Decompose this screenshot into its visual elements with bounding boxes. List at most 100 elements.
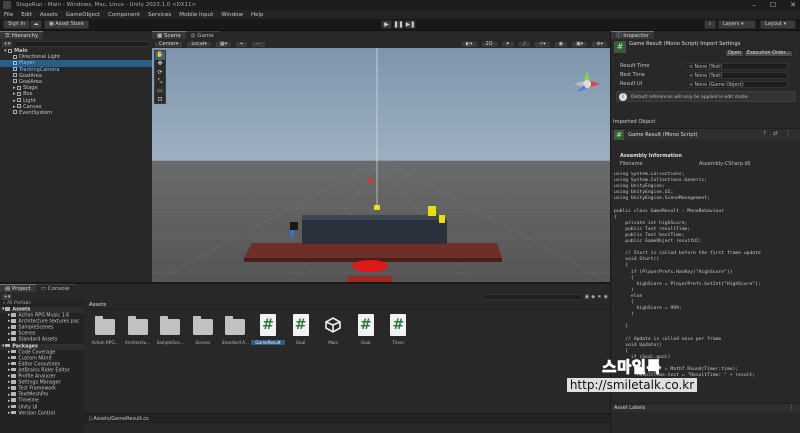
execution-order-label: Execution Order... bbox=[747, 51, 790, 56]
chevron-right-icon[interactable]: ▸ bbox=[8, 326, 10, 331]
pivot-dropdown[interactable]: Center▾ bbox=[154, 40, 184, 48]
more-icon[interactable]: ⋮ bbox=[785, 130, 791, 137]
chevron-right-icon[interactable]: ▸ bbox=[8, 393, 10, 398]
asset-tree-item[interactable]: ▸ Version Control bbox=[0, 410, 85, 417]
2d-toggle[interactable]: 2D bbox=[480, 40, 498, 48]
hierarchy-item[interactable]: EventSystem bbox=[0, 110, 152, 116]
effects-icon[interactable]: ✧▾ bbox=[533, 40, 551, 48]
maximize-icon[interactable]: ☐ bbox=[770, 0, 776, 10]
asset-store-button[interactable]: ▣ Asset Store bbox=[44, 20, 89, 29]
tab-console[interactable]: ▭ Console bbox=[35, 284, 75, 292]
asset-item[interactable]: # Goal bbox=[284, 314, 318, 345]
tab-game[interactable]: ◎ Game bbox=[185, 31, 219, 39]
chevron-right-icon[interactable]: ▸ bbox=[8, 356, 10, 361]
asset-item[interactable]: Standard A... bbox=[218, 314, 252, 345]
breadcrumb-assets[interactable]: Assets bbox=[89, 302, 106, 308]
pause-icon[interactable]: ❚❚ bbox=[393, 20, 404, 29]
space-dropdown[interactable]: Local▾ bbox=[186, 40, 212, 48]
camera-icon[interactable]: ▣▾ bbox=[571, 40, 589, 48]
tab-inspector[interactable]: ⓘ Inspector bbox=[611, 31, 654, 39]
minimize-icon[interactable]: – bbox=[752, 0, 756, 10]
menu-edit[interactable]: Edit bbox=[21, 12, 32, 18]
menu-services[interactable]: Services bbox=[148, 12, 171, 18]
rotate-tool-icon[interactable]: ⟳ bbox=[155, 69, 165, 78]
orientation-gizmo-icon[interactable] bbox=[572, 68, 602, 100]
chevron-right-icon[interactable]: ▸ bbox=[8, 374, 10, 379]
star-icon[interactable]: ★ bbox=[597, 294, 601, 300]
filter-icon[interactable]: ▣ bbox=[585, 294, 590, 300]
search-icon[interactable]: ⌕ bbox=[704, 20, 716, 29]
move-tool-icon[interactable]: ✥ bbox=[155, 60, 165, 69]
menu-assets[interactable]: Assets bbox=[40, 12, 58, 18]
asset-item[interactable]: Architectu... bbox=[121, 314, 155, 345]
field-value[interactable]: ⊙ None (Text) bbox=[686, 72, 788, 79]
execution-order-button[interactable]: Execution Order... bbox=[744, 50, 793, 57]
chevron-right-icon[interactable]: ▸ bbox=[8, 332, 10, 337]
add-icon[interactable]: +▾ bbox=[2, 40, 12, 47]
chevron-right-icon[interactable]: ▸ bbox=[8, 338, 10, 343]
favorites-row[interactable]: ⌕ All Prefabs bbox=[0, 300, 85, 307]
hand-tool-icon[interactable]: ✋ bbox=[155, 51, 165, 60]
menu-component[interactable]: Component bbox=[108, 12, 140, 18]
chevron-right-icon[interactable]: ▸ bbox=[8, 380, 10, 385]
menu-file[interactable]: File bbox=[4, 12, 13, 18]
draw-mode-icon[interactable]: ◐▾ bbox=[460, 40, 478, 48]
chevron-right-icon[interactable]: ▸ bbox=[8, 411, 10, 416]
play-icon[interactable]: ▶ bbox=[381, 20, 392, 29]
menu-gameobject[interactable]: GameObject bbox=[66, 12, 100, 18]
field-value[interactable]: ⊙ None (Game Object) bbox=[686, 81, 788, 88]
add-icon[interactable]: +▾ bbox=[2, 293, 12, 300]
chevron-right-icon[interactable]: ▸ bbox=[8, 350, 10, 355]
close-icon[interactable]: ✕ bbox=[790, 0, 796, 10]
tab-hierarchy[interactable]: ☰ Hierarchy bbox=[0, 31, 44, 39]
cloud-icon[interactable]: ☁ bbox=[30, 20, 42, 29]
chevron-down-icon[interactable]: ▾ bbox=[2, 344, 4, 349]
grid-snap-icon[interactable]: ▦▾ bbox=[214, 40, 233, 48]
chevron-right-icon[interactable]: ▸ bbox=[8, 368, 10, 373]
asset-item[interactable]: # Timer bbox=[381, 314, 415, 345]
tab-scene[interactable]: ▦ Scene bbox=[152, 31, 186, 39]
asset-item[interactable]: # GameResult bbox=[251, 314, 285, 345]
transform-tool-icon[interactable]: ⊡ bbox=[155, 96, 165, 104]
hidden-count-icon[interactable]: ◉ bbox=[604, 294, 608, 300]
chevron-right-icon[interactable]: ▸ bbox=[8, 362, 10, 367]
chevron-right-icon[interactable]: ▸ bbox=[8, 386, 10, 391]
layout-dropdown[interactable]: Layout ▾ bbox=[760, 20, 796, 29]
asset-item[interactable]: SampleSce... bbox=[153, 314, 187, 345]
gizmos-icon[interactable]: ⊕▾ bbox=[591, 40, 608, 48]
asset-item[interactable]: Main bbox=[316, 314, 350, 345]
scene-viewport[interactable]: ✋ ✥ ⟳ ⤡ ▭ ⊡ bbox=[152, 48, 610, 282]
asset-label: Goal bbox=[361, 340, 371, 345]
increment-icon[interactable]: ⋯ bbox=[250, 40, 266, 48]
menu-mobile-input[interactable]: Mobile Input bbox=[179, 12, 213, 18]
open-button[interactable]: Open bbox=[725, 50, 744, 57]
settings-icon[interactable]: ⇄ bbox=[773, 131, 778, 137]
layers-dropdown[interactable]: Layers ▾ bbox=[718, 20, 756, 29]
help-icon[interactable]: ? bbox=[763, 131, 766, 137]
asset-item[interactable]: # Goal bbox=[349, 314, 383, 345]
asset-labels-header[interactable]: Asset Labels ⋮ bbox=[611, 403, 800, 412]
snap-icon[interactable]: ⌖ bbox=[235, 40, 248, 48]
visibility-icon[interactable]: ◉ bbox=[553, 40, 569, 48]
asset-item[interactable]: Action RPG... bbox=[88, 314, 122, 345]
menu-help[interactable]: Help bbox=[251, 12, 264, 18]
scale-tool-icon[interactable]: ⤡ bbox=[155, 78, 165, 87]
sign-in-button[interactable]: Sign In bbox=[3, 20, 31, 29]
menu-window[interactable]: Window bbox=[221, 12, 243, 18]
chevron-right-icon[interactable]: ▸ bbox=[8, 399, 10, 404]
more-icon[interactable]: ⋮ bbox=[789, 404, 794, 413]
lighting-icon[interactable]: ✦ bbox=[500, 40, 515, 48]
tab-project[interactable]: ▤ Project bbox=[0, 284, 36, 292]
audio-icon[interactable]: ♪ bbox=[517, 40, 531, 48]
field-value[interactable]: ⊙ None (Text) bbox=[686, 63, 788, 70]
chevron-down-icon[interactable]: ▾ bbox=[2, 307, 4, 312]
chevron-right-icon[interactable]: ▸ bbox=[8, 405, 10, 410]
hierarchy-search-input[interactable] bbox=[14, 40, 150, 47]
chevron-right-icon[interactable]: ▸ bbox=[8, 313, 10, 318]
rect-tool-icon[interactable]: ▭ bbox=[155, 87, 165, 96]
chevron-right-icon[interactable]: ▸ bbox=[8, 319, 10, 324]
step-icon[interactable]: ▶❚ bbox=[405, 20, 416, 29]
project-search-input[interactable] bbox=[482, 293, 583, 300]
tag-icon[interactable]: ◆ bbox=[591, 294, 595, 300]
asset-item[interactable]: Scenes bbox=[186, 314, 220, 345]
